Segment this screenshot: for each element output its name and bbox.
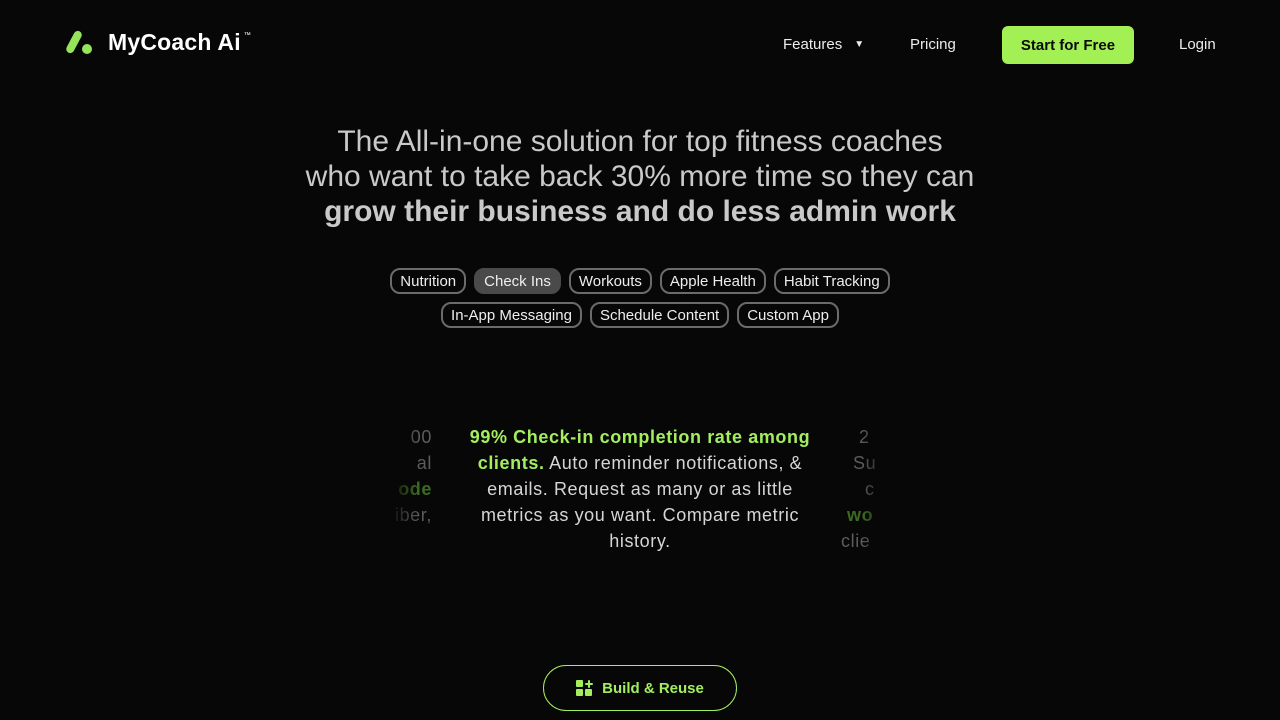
nav-login-link[interactable]: Login [1179, 36, 1216, 53]
nav-features-label: Features [783, 36, 843, 53]
chip-schedule-content[interactable]: Schedule Content [589, 302, 730, 328]
top-nav: MyCoach Ai ™ Features ▼ Pricing Start fo… [0, 0, 1280, 90]
caret-down-icon: ▼ [854, 39, 865, 50]
logo-trademark: ™ [243, 32, 251, 39]
hero-line-2: who want to take back 30% more time so t… [305, 160, 975, 193]
logo-icon [64, 28, 94, 56]
nav-pricing-link[interactable]: Pricing [910, 36, 956, 53]
chip-in-app-messaging[interactable]: In-App Messaging [441, 302, 582, 328]
build-reuse-label: Build & Reuse [602, 679, 704, 697]
build-reuse-button[interactable]: Build & Reuse [543, 665, 737, 711]
chip-apple-health[interactable]: Apple Health [659, 268, 766, 294]
hero-line-1: The All-in-one solution for top fitness … [337, 125, 943, 158]
hero-line-3: grow their business and do less admin wo… [324, 195, 956, 228]
logo-text: MyCoach Ai [108, 28, 241, 55]
carousel-active-slide: 99% Check-in completion rate among clien… [456, 424, 824, 554]
chip-nutrition[interactable]: Nutrition [390, 268, 467, 294]
page: MyCoach Ai ™ Features ▼ Pricing Start fo… [0, 0, 1280, 720]
carousel-fade-left [388, 424, 418, 564]
chip-habit-tracking[interactable]: Habit Tracking [773, 268, 890, 294]
nav-features-dropdown[interactable]: Features ▼ [783, 36, 864, 53]
start-for-free-button[interactable]: Start for Free [1002, 26, 1134, 64]
logo[interactable]: MyCoach Ai ™ [64, 28, 251, 56]
chip-check-ins[interactable]: Check Ins [474, 268, 561, 294]
feature-chips-row-1: Nutrition Check Ins Workouts Apple Healt… [0, 268, 1280, 294]
chip-custom-app[interactable]: Custom App [737, 302, 839, 328]
chip-workouts[interactable]: Workouts [568, 268, 652, 294]
carousel-fade-right [862, 424, 892, 564]
grid-plus-icon [576, 679, 594, 697]
hero-headline: The All-in-one solution for top fitness … [240, 124, 1040, 229]
feature-chips-row-2: In-App Messaging Schedule Content Custom… [0, 302, 1280, 328]
feature-carousel[interactable]: 00 al ode iber, 99% Check-in completion … [388, 424, 892, 564]
